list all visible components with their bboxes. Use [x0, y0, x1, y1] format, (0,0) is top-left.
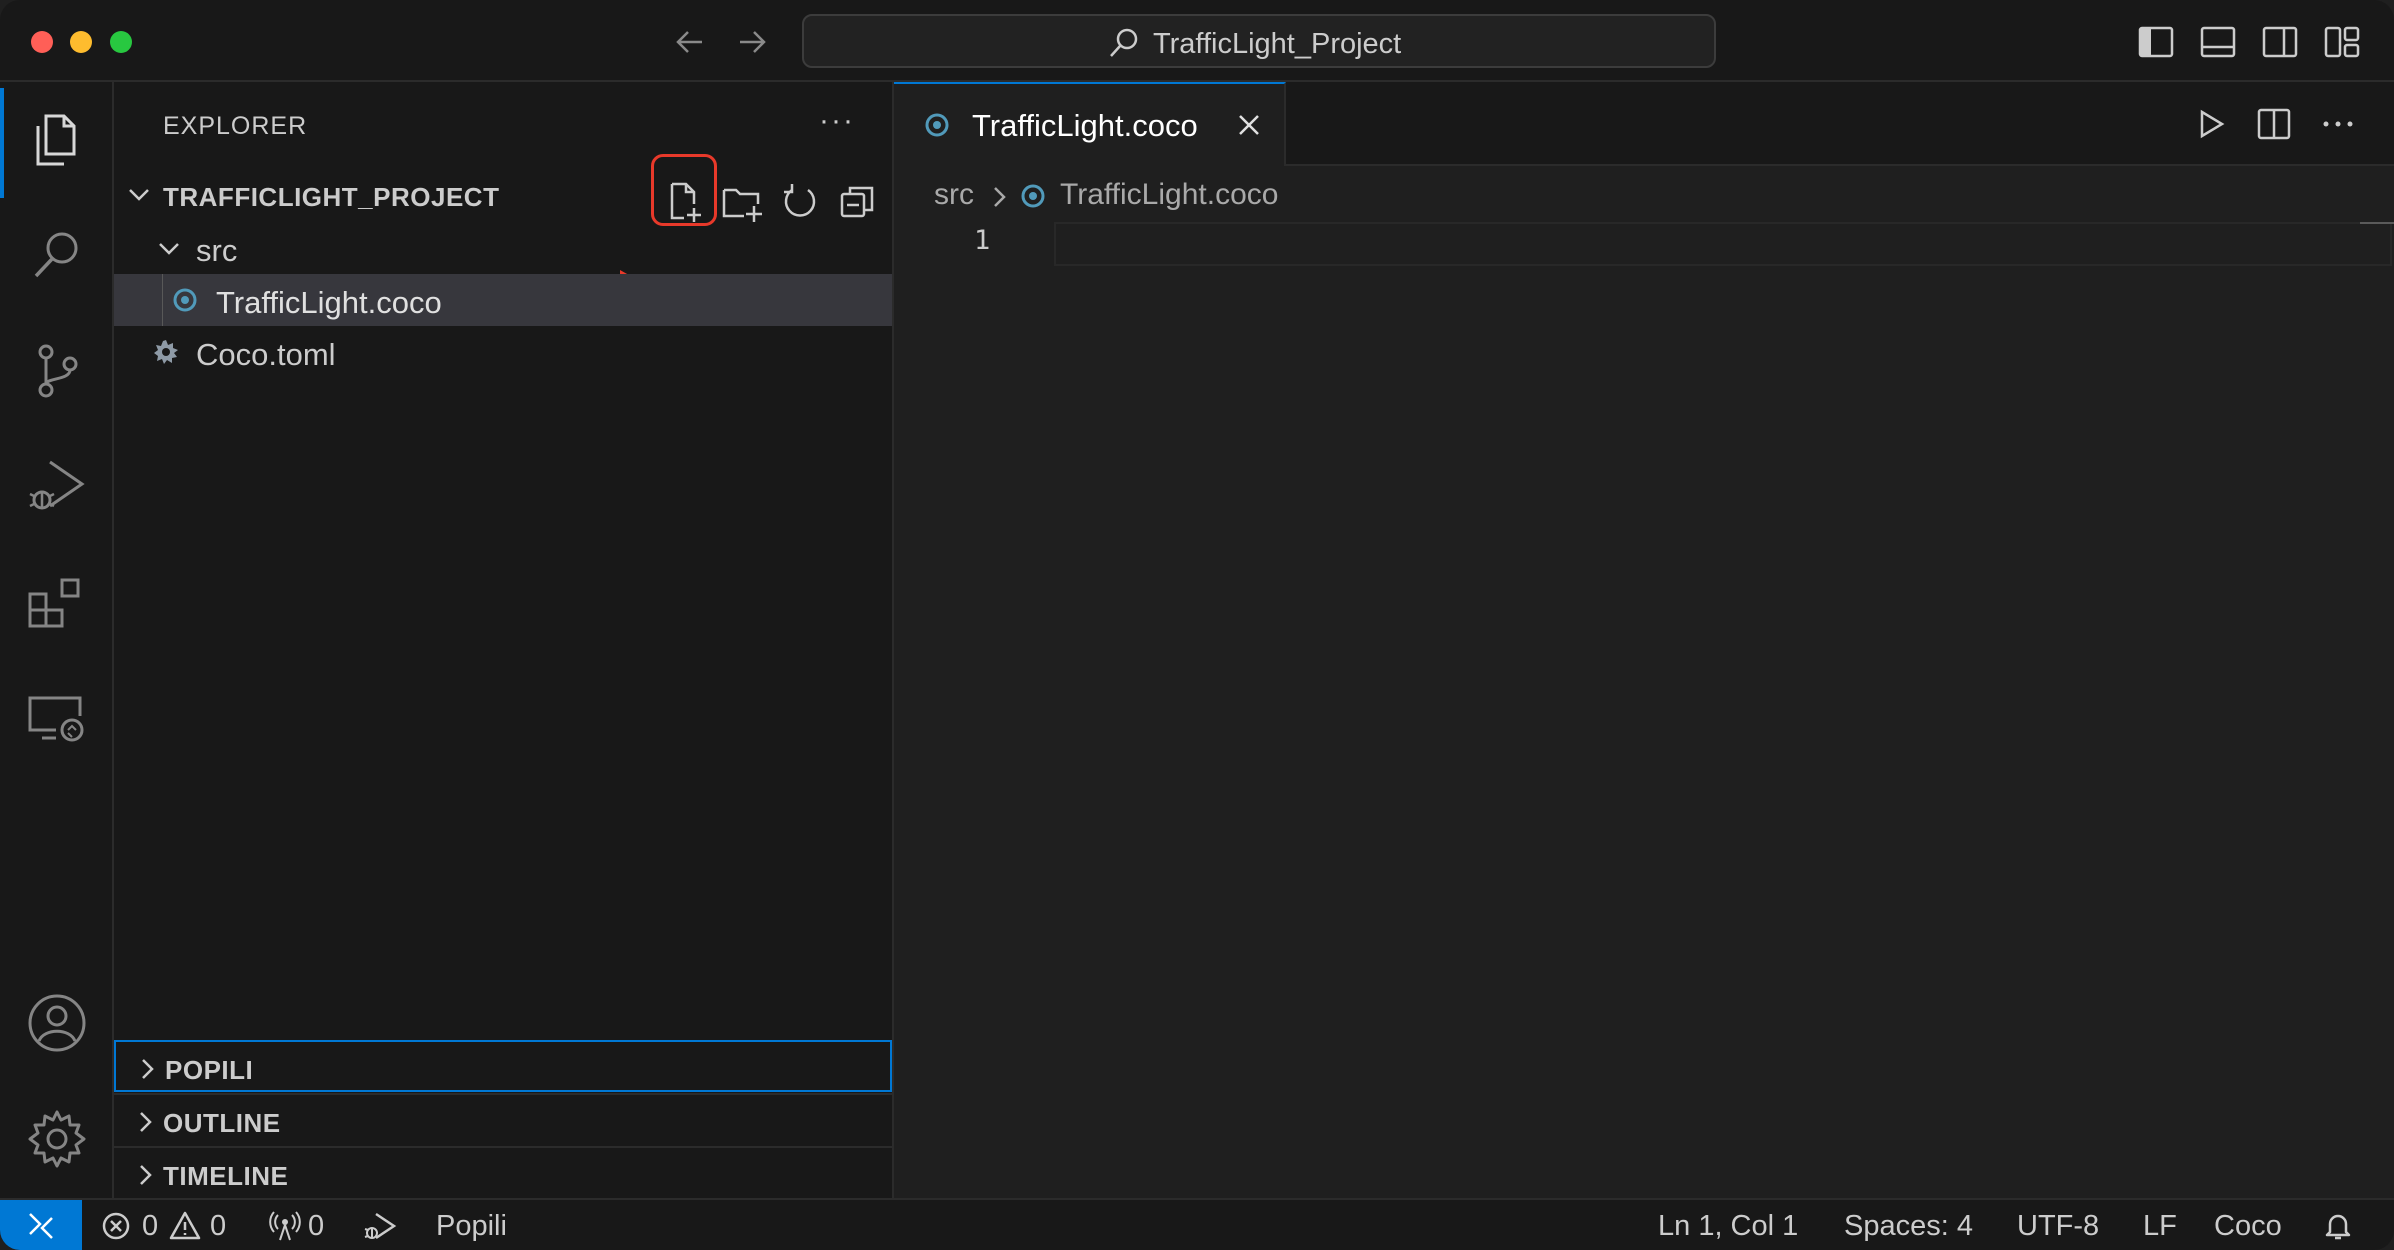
- tree-item-coco-toml[interactable]: Coco.toml: [114, 326, 892, 378]
- close-icon[interactable]: [1234, 110, 1264, 145]
- collapse-all-icon[interactable]: [836, 180, 880, 224]
- error-icon[interactable]: [100, 1210, 132, 1250]
- more-actions-icon[interactable]: [2318, 104, 2358, 144]
- tab-label: TrafficLight.coco: [972, 108, 1198, 143]
- chevron-right-icon: [132, 1162, 158, 1193]
- breadcrumb-item-src[interactable]: src: [934, 178, 974, 212]
- explorer-sidebar: EXPLORER ··· TRAFFICLIGHT_PROJECT src Tr…: [114, 82, 894, 1198]
- settings-file-icon: [152, 338, 180, 371]
- project-folder-row[interactable]: TRAFFICLIGHT_PROJECT: [114, 154, 892, 288]
- remote-indicator[interactable]: [0, 1200, 82, 1250]
- gear-icon[interactable]: [24, 1106, 90, 1172]
- tab-trafficlight-coco[interactable]: TrafficLight.coco: [894, 82, 1286, 166]
- line-ending[interactable]: LF: [2143, 1210, 2177, 1243]
- debug-target[interactable]: Popili: [436, 1210, 507, 1243]
- tree-item-src[interactable]: src: [114, 222, 892, 274]
- chevron-down-icon: [156, 236, 182, 267]
- debug-icon[interactable]: [362, 1210, 398, 1250]
- active-indicator: [0, 88, 4, 198]
- tab-bar: TrafficLight.coco: [894, 82, 2394, 166]
- tree-item-label: TrafficLight.coco: [216, 285, 442, 320]
- section-outline[interactable]: OUTLINE: [114, 1093, 892, 1145]
- title-bar: TrafficLight_Project: [0, 0, 2394, 82]
- chevron-down-icon: [126, 182, 152, 213]
- chevron-right-icon: [132, 1109, 158, 1140]
- section-timeline[interactable]: TIMELINE: [114, 1146, 892, 1198]
- chevron-right-icon: [990, 184, 1010, 218]
- toggle-primary-sidebar-icon[interactable]: [2136, 22, 2176, 62]
- broadcast-icon[interactable]: [268, 1210, 302, 1250]
- section-label: TIMELINE: [163, 1161, 289, 1191]
- project-folder-label: TRAFFICLIGHT_PROJECT: [163, 182, 500, 212]
- new-folder-icon[interactable]: [720, 180, 764, 224]
- section-label: OUTLINE: [163, 1108, 281, 1138]
- tree-item-label: src: [196, 233, 238, 268]
- remote-icon: [29, 1213, 53, 1239]
- command-center[interactable]: TrafficLight_Project: [802, 14, 1716, 68]
- sidebar-more-actions[interactable]: ···: [819, 104, 855, 138]
- source-control-icon[interactable]: [24, 338, 90, 404]
- zoom-window-button[interactable]: [110, 31, 132, 53]
- minimap-slider[interactable]: [2360, 222, 2394, 224]
- section-popili[interactable]: POPILI: [114, 1040, 892, 1092]
- search-icon[interactable]: [24, 222, 90, 288]
- status-bar: 0 0 0 Popili Ln 1, Col 1 Spaces: 4 UTF-8…: [0, 1198, 2394, 1250]
- search-icon: [1107, 26, 1141, 65]
- ports-count[interactable]: 0: [308, 1210, 324, 1243]
- close-window-button[interactable]: [31, 31, 53, 53]
- coco-file-icon: [924, 112, 950, 143]
- refresh-icon[interactable]: [778, 180, 822, 224]
- line-number: 1: [974, 225, 991, 256]
- bell-icon[interactable]: [2322, 1210, 2354, 1250]
- tree-item-label: Coco.toml: [196, 337, 336, 372]
- chevron-right-icon: [134, 1056, 160, 1087]
- new-file-icon[interactable]: [662, 180, 706, 224]
- cursor-position[interactable]: Ln 1, Col 1: [1658, 1210, 1798, 1243]
- language-mode[interactable]: Coco: [2214, 1210, 2282, 1243]
- vscode-window: TrafficLight_Project EXPLORER ··· TRAFFI…: [0, 0, 2394, 1250]
- toggle-secondary-sidebar-icon[interactable]: [2260, 22, 2300, 62]
- activity-bar: [0, 82, 114, 1198]
- run-and-debug-icon[interactable]: [24, 454, 90, 520]
- error-count[interactable]: 0: [142, 1210, 158, 1243]
- toggle-panel-icon[interactable]: [2198, 22, 2238, 62]
- current-line-highlight[interactable]: [1054, 222, 2392, 266]
- remote-explorer-icon[interactable]: [24, 686, 90, 752]
- warning-icon[interactable]: [168, 1210, 202, 1250]
- section-label: POPILI: [165, 1055, 254, 1085]
- encoding[interactable]: UTF-8: [2017, 1210, 2099, 1243]
- command-center-title: TrafficLight_Project: [1153, 28, 1402, 60]
- sidebar-title: EXPLORER: [163, 112, 308, 140]
- customize-layout-icon[interactable]: [2322, 22, 2362, 62]
- split-editor-icon[interactable]: [2254, 104, 2294, 144]
- warning-count[interactable]: 0: [210, 1210, 226, 1243]
- indent-guide: [162, 274, 163, 326]
- run-icon[interactable]: [2190, 104, 2230, 144]
- minimize-window-button[interactable]: [70, 31, 92, 53]
- explorer-icon[interactable]: [24, 106, 90, 172]
- back-arrow-icon[interactable]: [670, 22, 710, 62]
- indentation[interactable]: Spaces: 4: [1844, 1210, 1973, 1243]
- coco-file-icon: [172, 287, 198, 318]
- accounts-icon[interactable]: [24, 990, 90, 1056]
- forward-arrow-icon[interactable]: [732, 22, 772, 62]
- extensions-icon[interactable]: [24, 570, 90, 636]
- tree-item-trafficlight-coco[interactable]: TrafficLight.coco: [114, 274, 892, 326]
- coco-file-icon: [1020, 183, 1046, 217]
- editor-area: TrafficLight.coco src TrafficLight.coco …: [894, 82, 2394, 1198]
- breadcrumb-item-file[interactable]: TrafficLight.coco: [1060, 178, 1278, 212]
